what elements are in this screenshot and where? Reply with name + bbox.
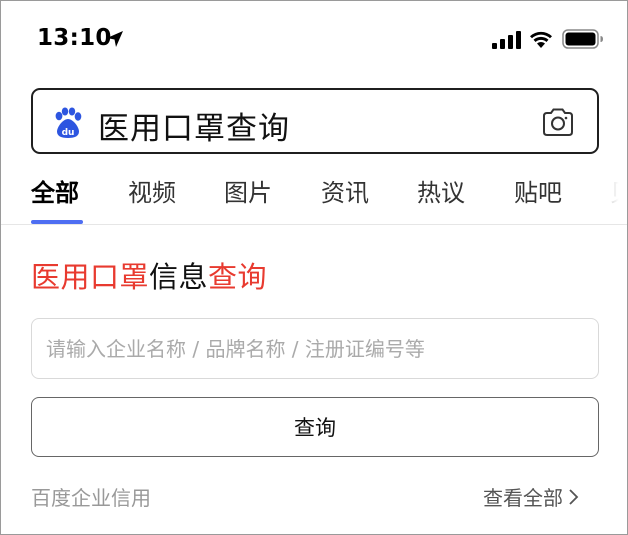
status-bar: 13:10 xyxy=(1,1,627,79)
wifi-icon xyxy=(530,31,552,48)
tab-video[interactable]: 视频 xyxy=(128,173,176,208)
company-search-input[interactable] xyxy=(31,318,599,379)
camera-icon[interactable] xyxy=(541,107,575,137)
active-tab-indicator xyxy=(31,220,83,224)
query-button[interactable]: 查询 xyxy=(31,397,599,457)
tab-hot-discussion[interactable]: 热议 xyxy=(417,173,465,208)
tab-tieba[interactable]: 贴吧 xyxy=(514,173,562,208)
card-title: 医用口罩信息查询 xyxy=(31,254,267,296)
status-time: 13:10 xyxy=(37,25,112,51)
battery-icon xyxy=(562,29,603,49)
signal-bars-icon xyxy=(492,31,521,49)
tab-all[interactable]: 全部 xyxy=(31,173,79,208)
location-arrow-icon xyxy=(107,31,123,47)
chevron-right-icon xyxy=(569,488,579,505)
view-all-link[interactable]: 查看全部 xyxy=(483,482,579,511)
tabs-fade-overlay xyxy=(585,167,627,223)
query-button-label: 查询 xyxy=(294,416,336,440)
search-box[interactable]: du 医用口罩查询 xyxy=(31,88,599,154)
card-title-highlight-1: 医用口罩 xyxy=(31,260,150,294)
screen-frame: 13:10 du 医用口罩查询 全部 视频 图片 资讯 热议 贴吧 医用口罩信息… xyxy=(0,0,628,535)
search-tabs: 全部 视频 图片 资讯 热议 贴吧 贝 xyxy=(1,167,627,225)
card-title-highlight-2: 查询 xyxy=(208,260,268,294)
tab-news[interactable]: 资讯 xyxy=(321,173,369,208)
search-query-text[interactable]: 医用口罩查询 xyxy=(98,103,290,148)
baidu-paw-icon: du xyxy=(55,107,82,138)
card-title-plain: 信息 xyxy=(149,260,209,294)
tab-images[interactable]: 图片 xyxy=(224,173,272,208)
svg-text:du: du xyxy=(62,128,75,138)
view-all-label: 查看全部 xyxy=(483,486,563,510)
source-label: 百度企业信用 xyxy=(31,486,151,510)
